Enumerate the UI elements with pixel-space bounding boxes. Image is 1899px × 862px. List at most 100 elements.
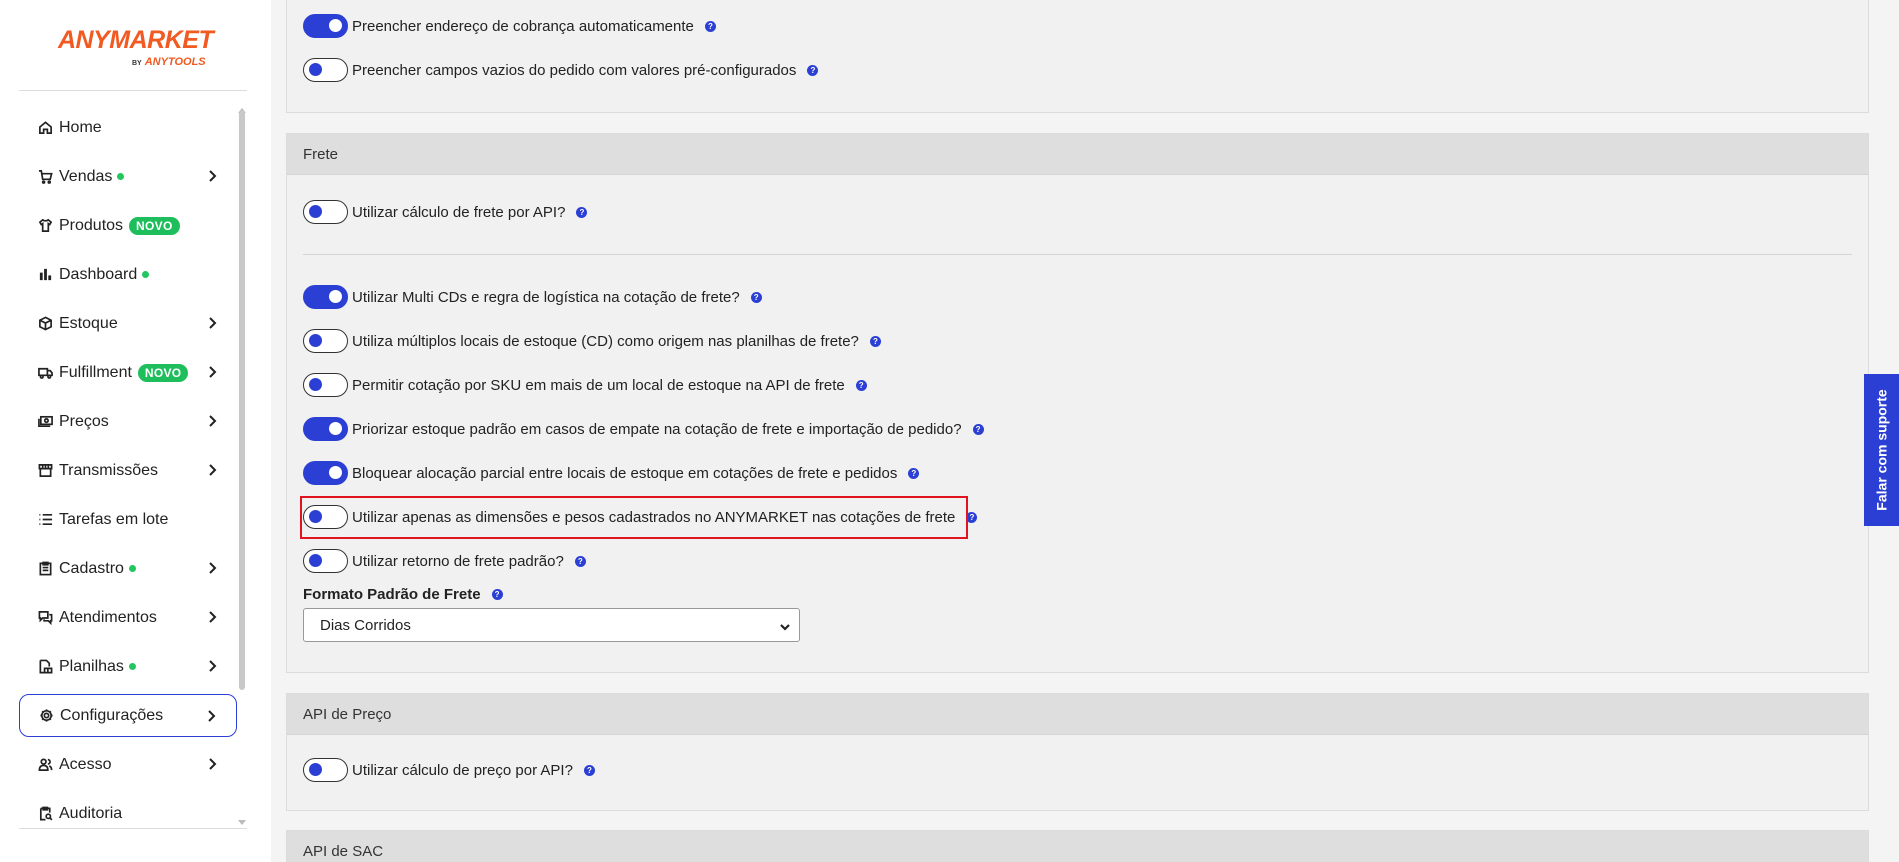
sidebar-item-atendimentos[interactable]: Atendimentos (19, 596, 237, 639)
toggle-knob (309, 763, 322, 776)
help-icon[interactable]: ? (869, 335, 881, 347)
frete-format-select[interactable]: Dias Corridos (303, 608, 800, 642)
toggle-knob (329, 19, 342, 32)
frete-panel: Frete Utilizar cálculo de frete por API?… (286, 133, 1869, 673)
toggle-knob (329, 466, 342, 479)
sidebar-item-vendas[interactable]: Vendas (19, 155, 237, 198)
sidebar-item-label: Tarefas em lote (59, 510, 169, 528)
setting-label: Permitir cotação por SKU em mais de um l… (352, 376, 845, 394)
chevron-right-icon (205, 169, 219, 183)
setting-row: Utilizar cálculo de preço por API? ? (303, 758, 595, 782)
setting-label: Bloquear alocação parcial entre locais d… (352, 464, 898, 482)
chevron-right-icon (204, 709, 218, 723)
audit-icon (37, 806, 53, 822)
setting-label: Priorizar estoque padrão em casos de emp… (352, 420, 962, 438)
sidebar-item-produtos[interactable]: Produtos NOVO (19, 204, 237, 247)
status-dot (128, 663, 136, 670)
toggle-knob (309, 63, 322, 76)
help-icon[interactable]: ? (966, 511, 978, 523)
sidebar-item-home[interactable]: Home (19, 106, 237, 149)
setting-row: Permitir cotação por SKU em mais de um l… (303, 373, 867, 397)
home-icon (37, 120, 53, 136)
chevron-right-icon (205, 561, 219, 575)
help-icon[interactable]: ? (972, 423, 984, 435)
sidebar-item-configuracoes[interactable]: Configurações (19, 694, 237, 737)
field-label-text: Formato Padrão de Frete (303, 586, 481, 603)
sidebar-item-estoque[interactable]: Estoque (19, 302, 237, 345)
help-icon[interactable]: ? (908, 467, 920, 479)
box-icon (37, 316, 53, 332)
setting-row: Preencher campos vazios do pedido com va… (303, 58, 819, 82)
settings-panel-top: Preencher endereço de cobrança automatic… (286, 0, 1869, 113)
sidebar-item-precos[interactable]: Preços (19, 400, 237, 443)
toggle-switch[interactable] (303, 417, 348, 441)
support-button-label: Falar com suporte (1873, 389, 1890, 511)
toggle-knob (309, 334, 322, 347)
setting-row: Preencher endereço de cobrança automatic… (303, 14, 716, 38)
toggle-knob (309, 378, 322, 391)
list-icon (37, 512, 53, 528)
clipboard-icon (37, 561, 53, 577)
status-dot (128, 565, 136, 572)
help-icon[interactable]: ? (704, 20, 716, 32)
setting-row: Utilizar retorno de frete padrão? ? (303, 549, 586, 573)
setting-row: Utilizar Multi CDs e regra de logística … (303, 285, 762, 309)
setting-label: Utilizar cálculo de preço por API? (352, 761, 573, 779)
help-icon[interactable]: ? (583, 764, 595, 776)
chevron-right-icon (205, 414, 219, 428)
toggle-switch[interactable] (303, 14, 348, 38)
chevron-right-icon (205, 757, 219, 771)
sidebar-item-tarefas-em-lote[interactable]: Tarefas em lote (19, 498, 237, 541)
toggle-switch[interactable] (303, 285, 348, 309)
help-icon[interactable]: ? (750, 291, 762, 303)
toggle-switch[interactable] (303, 58, 348, 82)
sidebar-item-label: Fulfillment (59, 363, 132, 381)
highlight-box (300, 496, 968, 539)
scroll-down-arrow[interactable] (238, 820, 246, 825)
toggle-switch[interactable] (303, 758, 348, 782)
sidebar-scrollbar[interactable] (239, 110, 245, 690)
section-title: API de SAC (287, 831, 1868, 862)
toggle-switch[interactable] (303, 549, 348, 573)
toggle-switch[interactable] (303, 373, 348, 397)
truck-icon (37, 365, 53, 381)
help-icon[interactable]: ? (855, 379, 867, 391)
support-button[interactable]: Falar com suporte (1864, 374, 1899, 526)
toggle-switch[interactable] (303, 200, 348, 224)
toggle-switch[interactable] (303, 461, 348, 485)
sidebar-item-label: Atendimentos (59, 608, 157, 626)
sidebar-item-label: Dashboard (59, 265, 138, 283)
chevron-right-icon (205, 463, 219, 477)
anymarket-logo[interactable]: ANYMARKET BY ANYTOOLS (58, 26, 214, 74)
help-icon[interactable]: ? (807, 64, 819, 76)
sidebar-item-planilhas[interactable]: Planilhas (19, 645, 237, 688)
cart-icon (37, 169, 53, 185)
sidebar-item-transmissoes[interactable]: Transmissões (19, 449, 237, 492)
sidebar-item-dashboard[interactable]: Dashboard (19, 253, 237, 296)
new-badge: NOVO (129, 216, 180, 235)
bar-chart-icon (37, 267, 53, 283)
sidebar-item-label: Acesso (59, 755, 112, 773)
sidebar-item-label: Produtos (59, 216, 124, 234)
api-sac-panel: API de SAC (286, 830, 1869, 862)
new-badge: NOVO (137, 363, 189, 382)
sidebar-nav: Home Vendas Produtos NOVO Dashboard Esto… (19, 106, 237, 841)
field-label: Formato Padrão de Frete ? (303, 586, 503, 603)
sidebar-item-fulfillment[interactable]: Fulfillment NOVO (19, 351, 237, 394)
sidebar-item-label: Planilhas (59, 657, 124, 675)
help-icon[interactable]: ? (491, 589, 503, 600)
toggle-knob (309, 205, 322, 218)
shirt-icon (37, 218, 53, 234)
users-icon (37, 757, 53, 773)
sidebar-item-acesso[interactable]: Acesso (19, 743, 237, 786)
chat-icon (37, 610, 53, 626)
sidebar-item-cadastro[interactable]: Cadastro (19, 547, 237, 590)
help-icon[interactable]: ? (576, 206, 588, 218)
setting-row: Bloquear alocação parcial entre locais d… (303, 461, 920, 485)
money-icon (37, 414, 53, 430)
chevron-right-icon (205, 365, 219, 379)
toggle-switch[interactable] (303, 329, 348, 353)
help-icon[interactable]: ? (574, 555, 586, 567)
status-dot (142, 271, 150, 278)
sidebar-item-label: Auditoria (59, 804, 123, 822)
